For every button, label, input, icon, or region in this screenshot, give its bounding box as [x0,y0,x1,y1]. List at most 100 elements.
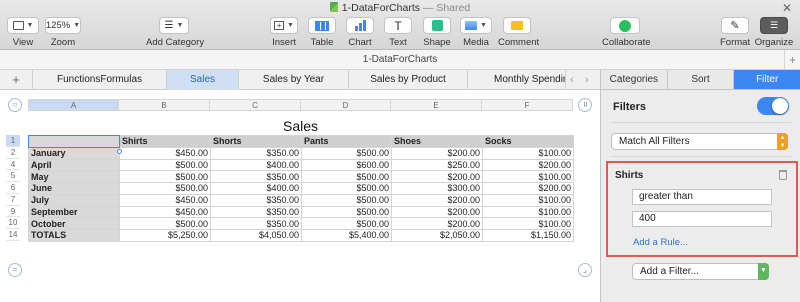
column-header-f[interactable]: F [482,99,573,111]
data-cell[interactable]: $400.00 [210,158,302,172]
sheet-tab-sales-by-product[interactable]: Sales by Product [349,70,468,90]
table-title[interactable]: Sales [28,118,573,134]
match-mode-select[interactable]: Match All Filters ▲ ▼ [611,133,788,150]
tab-filter[interactable]: Filter [734,70,800,89]
row-label-cell[interactable]: September [28,205,120,219]
data-cell[interactable]: $200.00 [391,205,483,219]
data-cell[interactable]: $500.00 [301,182,392,195]
row-number[interactable]: 6 [6,182,20,194]
header-cell-pants[interactable]: Pants [301,135,392,148]
columns-handle-icon[interactable]: ॥ [578,98,592,112]
selected-cell-a1[interactable] [28,135,120,148]
data-cell[interactable]: $350.00 [210,193,302,207]
row-number[interactable]: 2 [6,147,20,159]
zoom-button[interactable]: 125% ▼ Zoom [44,17,82,49]
column-header-c[interactable]: C [210,99,301,111]
total-cell[interactable]: $5,250.00 [119,229,211,242]
row-label-cell[interactable]: April [28,158,120,172]
shape-button[interactable]: Shape [422,17,452,49]
data-cell[interactable]: $400.00 [210,182,302,195]
rule-value-field[interactable]: 400 [632,211,772,227]
data-cell[interactable]: $200.00 [482,158,574,172]
header-cell-shoes[interactable]: Shoes [391,135,483,148]
total-cell[interactable]: $5,400.00 [301,229,392,242]
total-cell[interactable]: $2,050.00 [391,229,483,242]
text-button[interactable]: T Text [384,17,412,49]
data-cell[interactable]: $100.00 [482,217,574,230]
collaborate-button[interactable]: Collaborate [602,17,651,49]
data-cell[interactable]: $500.00 [301,217,392,230]
data-cell[interactable]: $600.00 [301,158,392,172]
data-cell[interactable]: $350.00 [210,217,302,230]
row-label-cell[interactable]: May [28,170,120,183]
data-cell[interactable]: $200.00 [391,193,483,207]
resize-table-handle-icon[interactable]: ⌟ [578,263,592,277]
view-button[interactable]: ▼ View [6,17,40,49]
add-sheet-button[interactable]: + [0,70,33,90]
header-cell-socks[interactable]: Socks [482,135,574,148]
total-cell[interactable]: $1,150.00 [482,229,574,242]
rule-operator-field[interactable]: greater than [632,189,772,205]
comment-button[interactable]: Comment [498,17,539,49]
data-cell[interactable]: $100.00 [482,170,574,183]
row-number[interactable]: 7 [6,194,20,206]
column-header-a[interactable]: A [28,99,119,111]
tab-scroll-right-icon[interactable]: › [585,70,589,90]
tab-scroll-left-icon[interactable]: ‹ [570,70,574,90]
data-cell[interactable]: $200.00 [391,146,483,160]
row-number[interactable]: 10 [6,217,20,229]
filters-toggle[interactable] [757,97,789,115]
close-icon[interactable]: ✕ [782,1,792,15]
data-cell[interactable]: $100.00 [482,205,574,219]
select-table-handle-icon[interactable]: ○ [8,98,22,112]
row-number[interactable]: 4 [6,159,20,171]
row-number[interactable]: 9 [6,206,20,218]
row-label-cell[interactable]: TOTALS [28,229,120,242]
row-label-cell[interactable]: October [28,217,120,230]
data-cell[interactable]: $300.00 [391,182,483,195]
row-label-cell[interactable]: January [28,146,120,160]
data-cell[interactable]: $500.00 [301,193,392,207]
header-cell-shorts[interactable]: Shorts [210,135,302,148]
data-cell[interactable]: $350.00 [210,170,302,183]
data-cell[interactable]: $200.00 [391,170,483,183]
data-cell[interactable]: $500.00 [119,170,211,183]
column-header-d[interactable]: D [301,99,391,111]
tab-categories[interactable]: Categories [601,70,668,89]
insert-button[interactable]: + ▼ Insert [269,17,299,49]
add-row-handle-icon[interactable]: = [8,263,22,277]
trash-icon[interactable] [779,170,787,180]
column-header-e[interactable]: E [391,99,482,111]
data-cell[interactable]: $500.00 [119,158,211,172]
data-cell[interactable]: $100.00 [482,146,574,160]
data-cell[interactable]: $350.00 [210,146,302,160]
total-cell[interactable]: $4,050.00 [210,229,302,242]
format-button[interactable]: ✎ Format [720,17,750,49]
chart-button[interactable]: Chart [345,17,375,49]
data-cell[interactable]: $500.00 [301,205,392,219]
sheet-tab-sales-by-year[interactable]: Sales by Year [239,70,349,90]
header-cell-shirts[interactable]: Shirts [119,135,211,148]
data-cell[interactable]: $350.00 [210,205,302,219]
sheet-tab-functionsformulas[interactable]: FunctionsFormulas [33,70,167,90]
data-cell[interactable]: $200.00 [482,182,574,195]
sheet-tab-monthly-spending[interactable]: Monthly Spending [468,70,566,90]
row-label-cell[interactable]: July [28,193,120,207]
add-rule-link[interactable]: Add a Rule... [633,237,688,248]
data-cell[interactable]: $450.00 [119,205,211,219]
data-cell[interactable]: $450.00 [119,193,211,207]
row-number[interactable]: 5 [6,170,20,182]
cell-resize-handle[interactable] [117,149,122,154]
table-button[interactable]: Table [307,17,337,49]
data-cell[interactable]: $500.00 [301,170,392,183]
data-cell[interactable]: $450.00 [119,146,211,160]
data-cell[interactable]: $200.00 [391,217,483,230]
tab-sort[interactable]: Sort [667,70,735,89]
row-number[interactable]: 1 [6,135,20,147]
column-header-b[interactable]: B [119,99,210,111]
add-panel-icon[interactable]: + [784,50,800,70]
sheet-tab-sales[interactable]: Sales [167,70,239,90]
media-button[interactable]: ▼ Media [459,17,493,49]
data-cell[interactable]: $500.00 [119,182,211,195]
data-cell[interactable]: $500.00 [119,217,211,230]
